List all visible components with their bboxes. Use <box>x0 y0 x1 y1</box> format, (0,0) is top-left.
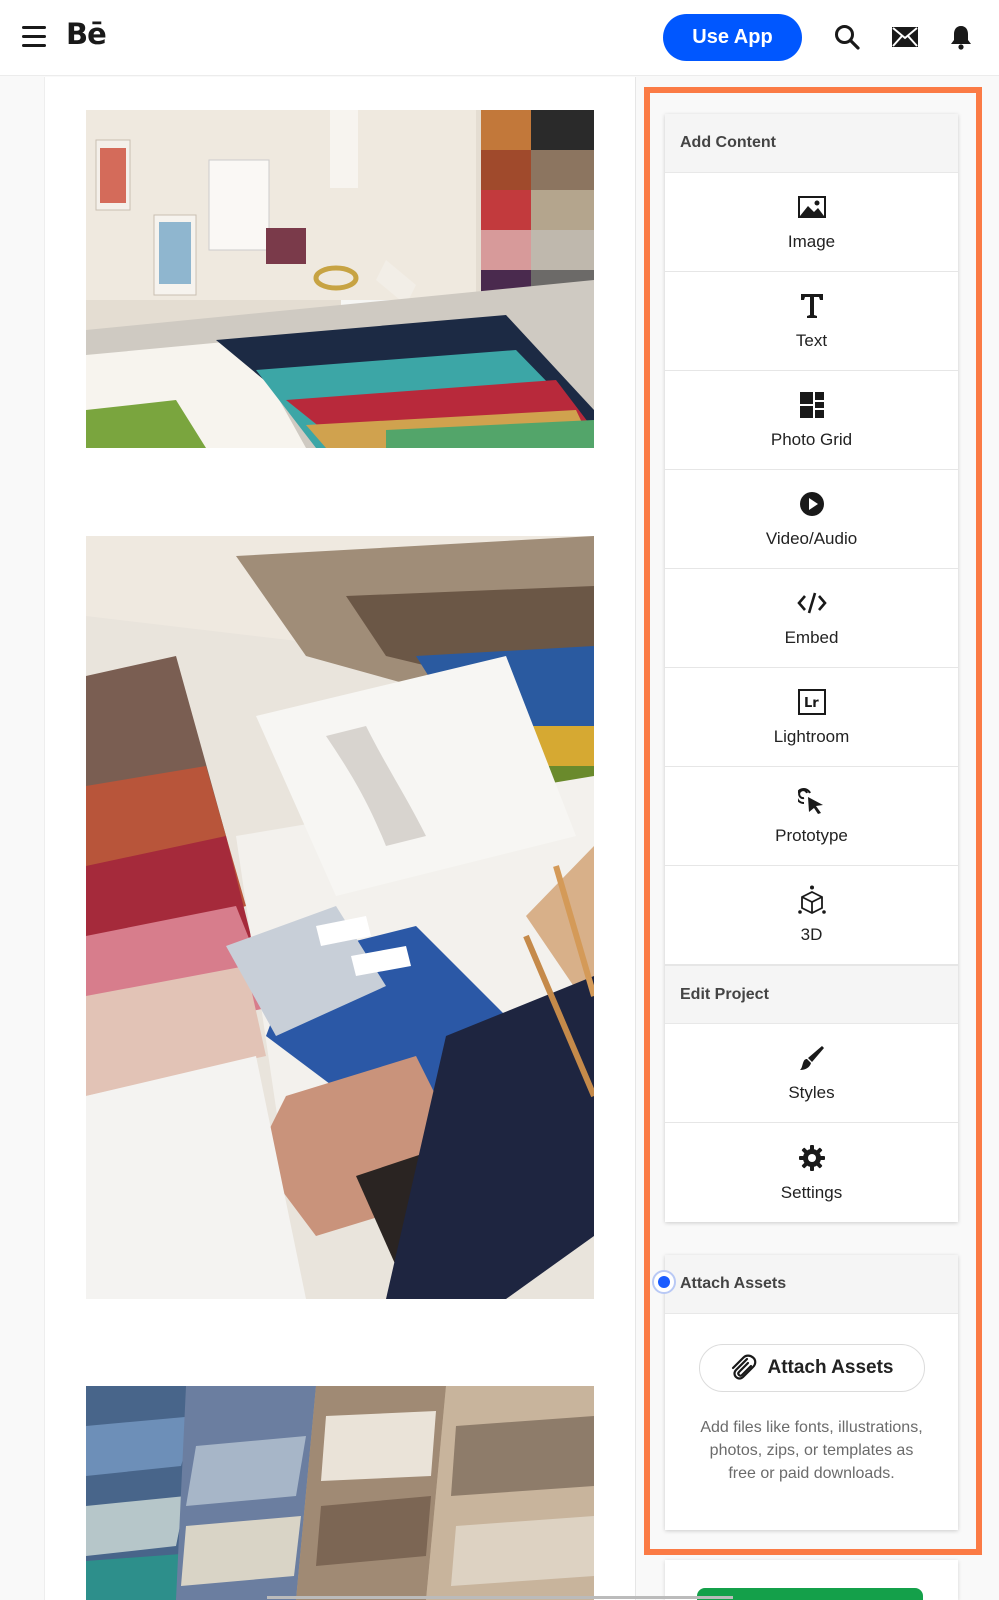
paperclip-icon <box>732 1354 757 1380</box>
mail-icon[interactable] <box>890 22 920 52</box>
play-icon <box>799 489 825 519</box>
tool-styles[interactable]: Styles <box>665 1024 958 1123</box>
use-app-button[interactable]: Use App <box>663 14 802 61</box>
text-icon <box>800 291 824 321</box>
tool-label: Lightroom <box>773 727 850 746</box>
lightroom-icon: Lr <box>797 687 826 717</box>
menu-icon[interactable] <box>22 26 46 48</box>
edit-project-heading: Edit Project <box>665 965 958 1024</box>
tool-label: 3D <box>800 925 823 944</box>
behance-logo[interactable]: Bē <box>66 17 107 51</box>
tool-3d[interactable]: 3D <box>665 866 958 965</box>
attach-assets-button-label: Attach Assets <box>767 1357 894 1378</box>
tool-label: Video/Audio <box>765 529 858 548</box>
tool-label: Settings <box>780 1182 843 1202</box>
tool-label: Styles <box>788 1083 835 1102</box>
gear-icon <box>798 1143 825 1173</box>
tool-text[interactable]: Text <box>665 272 958 371</box>
brush-icon <box>799 1043 825 1073</box>
attach-assets-card: Attach Assets Attach Assets Add files li… <box>665 1255 958 1530</box>
tool-label: Text <box>795 331 828 350</box>
attach-assets-radio[interactable] <box>652 1270 676 1294</box>
tool-label: Photo Grid <box>770 430 853 449</box>
attach-assets-description: Add files like fonts, illustrations, pho… <box>700 1419 923 1482</box>
project-image-2[interactable] <box>86 536 594 1299</box>
search-icon[interactable] <box>832 22 862 52</box>
attach-assets-heading: Attach Assets <box>665 1255 958 1314</box>
attach-assets-button[interactable]: Attach Assets <box>698 1344 925 1392</box>
horizontal-scrollbar[interactable] <box>267 1596 733 1599</box>
photo-grid-icon <box>799 390 824 420</box>
cube-3d-icon <box>797 885 826 915</box>
image-icon <box>797 192 826 222</box>
prototype-cursor-icon <box>797 786 826 816</box>
add-content-heading: Add Content <box>665 114 958 173</box>
tool-embed[interactable]: Embed <box>665 569 958 668</box>
svg-text:Lr: Lr <box>804 696 819 711</box>
embed-code-icon <box>796 588 827 618</box>
bell-icon[interactable] <box>946 22 976 52</box>
tool-label: Image <box>787 232 836 251</box>
tool-video-audio[interactable]: Video/Audio <box>665 470 958 569</box>
tool-photo-grid[interactable]: Photo Grid <box>665 371 958 470</box>
tool-image[interactable]: Image <box>665 173 958 272</box>
tool-label: Embed <box>784 628 839 647</box>
add-content-card: Add Content Image Text Photo Grid Video/… <box>665 114 958 1222</box>
tool-prototype[interactable]: Prototype <box>665 767 958 866</box>
project-image-3[interactable] <box>86 1386 594 1600</box>
top-navigation-bar: Bē Use App <box>0 0 999 76</box>
project-image-1[interactable] <box>86 110 594 448</box>
tool-settings[interactable]: Settings <box>665 1123 958 1222</box>
tool-label: Prototype <box>775 826 848 845</box>
tool-lightroom[interactable]: Lr Lightroom <box>665 668 958 767</box>
